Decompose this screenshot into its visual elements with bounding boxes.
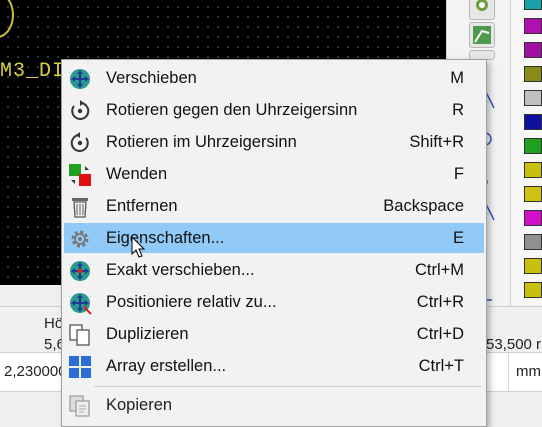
menu-item-move-exact[interactable]: Exakt verschieben... Ctrl+M: [64, 255, 484, 285]
layer-color-swatch[interactable]: [524, 114, 542, 130]
menu-item-label: Duplizieren: [106, 325, 189, 343]
menu-item-label: Verschieben: [106, 69, 197, 87]
menu-item-label: Kopieren: [106, 396, 173, 414]
footprint-pad-outline: [0, 0, 14, 38]
context-menu: Verschieben M Rotieren gegen den Uhrzeig…: [61, 59, 487, 427]
menu-item-delete[interactable]: Entfernen Backspace: [64, 191, 484, 221]
menu-item-shortcut: E: [452, 229, 464, 247]
layer-manager-panel: [510, 0, 542, 306]
menu-item-label: Rotieren gegen den Uhrzeigersinn: [106, 101, 358, 119]
menu-item-shortcut: Backspace: [383, 197, 464, 215]
layer-color-swatch[interactable]: [524, 138, 542, 154]
layer-color-swatch[interactable]: [524, 258, 542, 274]
menu-item-create-array[interactable]: Array erstellen... Ctrl+T: [64, 351, 484, 381]
menu-item-shortcut: Ctrl+R: [416, 293, 464, 311]
layer-color-swatch[interactable]: [524, 90, 542, 106]
move-exact-icon: [70, 261, 90, 281]
menu-item-position-relative[interactable]: Positioniere relativ zu... Ctrl+R: [64, 287, 484, 317]
menu-item-shortcut: Ctrl+D: [416, 325, 464, 343]
layer-color-swatch[interactable]: [524, 186, 542, 202]
layer-color-swatch[interactable]: [524, 162, 542, 178]
menu-item-label: Entfernen: [106, 197, 178, 215]
menu-item-label: Rotieren im Uhrzeigersinn: [106, 133, 297, 151]
copy-icon: [69, 395, 90, 417]
route-tool-button[interactable]: [469, 0, 495, 20]
route-icon: [476, 0, 488, 11]
flip-icon: [69, 164, 91, 186]
rotate-cw-icon: [70, 132, 89, 152]
menu-item-label: Wenden: [106, 165, 168, 183]
layer-color-swatch[interactable]: [524, 0, 542, 10]
layer-color-swatch[interactable]: [524, 282, 542, 298]
menu-item-properties[interactable]: Eigenschaften... E: [64, 223, 484, 253]
menu-item-shortcut: R: [452, 101, 464, 119]
layer-color-swatch[interactable]: [524, 234, 542, 250]
menu-item-shortcut: Ctrl+M: [414, 261, 464, 279]
menu-item-shortcut: M: [450, 69, 464, 87]
move-icon: [70, 69, 90, 89]
menu-separator: [94, 386, 482, 387]
menu-item-shortcut: Ctrl+T: [418, 357, 464, 375]
footprint-reference-text: M3_DI: [0, 60, 66, 83]
menu-item-move[interactable]: Verschieben M: [64, 63, 484, 93]
menu-item-label: Positioniere relativ zu...: [106, 293, 277, 311]
menu-item-rotate-cw[interactable]: Rotieren im Uhrzeigersinn Shift+R: [64, 127, 484, 157]
layer-color-swatch[interactable]: [524, 66, 542, 82]
menu-item-shortcut: Shift+R: [409, 133, 464, 151]
menu-item-shortcut: F: [453, 165, 464, 183]
position-relative-icon: [70, 293, 92, 315]
trash-icon: [72, 198, 88, 218]
layer-color-swatch[interactable]: [524, 18, 542, 34]
via-icon: [473, 26, 491, 44]
menu-item-flip[interactable]: Wenden F: [64, 159, 484, 189]
layer-color-swatch[interactable]: [524, 210, 542, 226]
menu-item-label: Array erstellen...: [106, 357, 227, 375]
units-indicator: mm: [516, 363, 541, 380]
status-coordinate-right: 53,500 r: [486, 336, 542, 353]
menu-item-duplicate[interactable]: Duplizieren Ctrl+D: [64, 319, 484, 349]
menu-item-label: Eigenschaften...: [106, 229, 225, 247]
via-tool-button[interactable]: [469, 22, 495, 48]
cursor-coordinate: 2,230000: [4, 363, 67, 380]
menu-item-rotate-ccw[interactable]: Rotieren gegen den Uhrzeigersinn R: [64, 95, 484, 125]
gear-icon: [71, 230, 89, 248]
duplicate-icon: [69, 324, 90, 346]
rotate-ccw-icon: [71, 100, 90, 120]
menu-item-copy[interactable]: Kopieren: [64, 390, 484, 420]
menu-item-label: Exakt verschieben...: [106, 261, 255, 279]
array-icon: [69, 356, 91, 378]
layer-color-swatch[interactable]: [524, 42, 542, 58]
